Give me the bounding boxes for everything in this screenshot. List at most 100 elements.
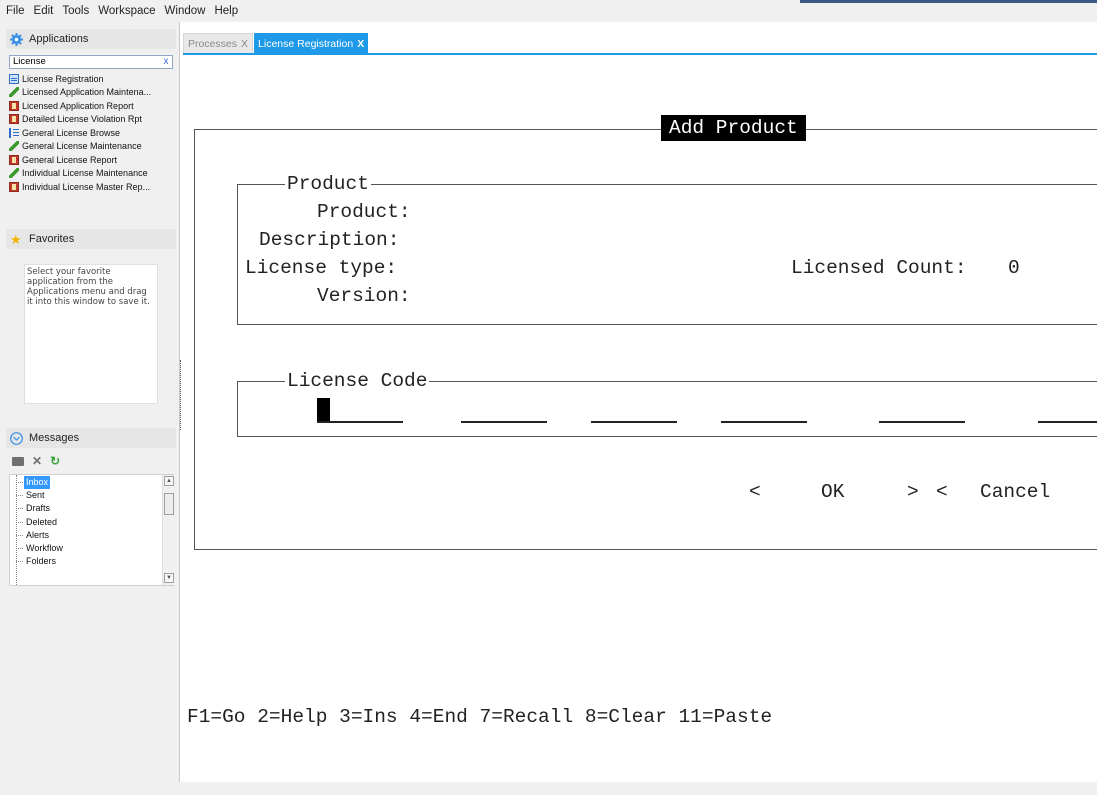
application-item[interactable]: Individual License Maintenance xyxy=(9,167,175,181)
left-pane: Applications License x License Registrat… xyxy=(0,22,180,782)
application-item[interactable]: Licensed Application Maintena... xyxy=(9,86,175,100)
refresh-icon[interactable]: ↻ xyxy=(50,454,60,468)
tree-connector xyxy=(16,475,17,585)
application-item[interactable]: Individual License Master Rep... xyxy=(9,180,175,194)
favorites-title: Favorites xyxy=(29,233,75,245)
tab-processes[interactable]: Processes X xyxy=(183,33,254,54)
product-label: Product: xyxy=(317,201,411,223)
report-icon xyxy=(9,100,19,111)
terminal-screen[interactable]: Add Product Product Product: Description… xyxy=(183,55,1097,782)
ok-button[interactable]: OK xyxy=(821,481,844,503)
clear-search-icon[interactable]: x xyxy=(160,55,172,69)
report-icon xyxy=(9,114,19,125)
license-code-field-2[interactable] xyxy=(461,421,547,423)
license-type-label: License type: xyxy=(245,257,398,279)
tab-bar: Processes X License Registration X xyxy=(183,31,369,54)
application-item-label: Licensed Application Maintena... xyxy=(22,87,152,98)
application-item[interactable]: General License Maintenance xyxy=(9,140,175,154)
cancel-button[interactable]: Cancel xyxy=(980,481,1050,503)
pane-splitter[interactable] xyxy=(180,360,182,430)
cancel-bracket-left: < xyxy=(936,481,948,503)
folder-item-drafts[interactable]: Drafts xyxy=(15,502,52,515)
messages-header[interactable]: Messages xyxy=(6,428,176,448)
application-item-label: General License Maintenance xyxy=(22,141,142,152)
folder-item-folders[interactable]: Folders xyxy=(15,555,58,568)
dialog-border-bottom xyxy=(194,549,1097,550)
application-item-label: Detailed License Violation Rpt xyxy=(22,114,142,125)
product-group-border-bottom xyxy=(237,324,1097,325)
registration-icon xyxy=(9,73,19,84)
close-tab-icon[interactable]: X xyxy=(357,38,364,50)
licensed-count-value: 0 xyxy=(1008,257,1020,279)
messages-title: Messages xyxy=(29,432,80,444)
application-item[interactable]: General License Report xyxy=(9,153,175,167)
license-code-field-6[interactable] xyxy=(1038,421,1097,423)
license-code-field-5[interactable] xyxy=(879,421,965,423)
message-folder-tree: Inbox Sent Drafts Deleted Alerts Workflow Fold… xyxy=(9,474,174,586)
list-icon xyxy=(9,127,19,138)
application-search-input[interactable]: License xyxy=(9,55,173,69)
application-item-label: License Registration xyxy=(22,73,104,84)
favorites-header[interactable]: ★ Favorites xyxy=(6,229,176,249)
folder-icon[interactable] xyxy=(12,456,24,466)
application-item-label: Individual License Maintenance xyxy=(22,168,148,179)
applications-title: Applications xyxy=(29,33,89,45)
dialog-border-left xyxy=(194,129,195,550)
pencil-icon xyxy=(9,87,19,98)
application-item[interactable]: License Registration xyxy=(9,72,175,86)
message-tree-scrollbar[interactable]: ▲ ▼ xyxy=(162,475,174,585)
menu-bar: File Edit Tools Workspace Window Help xyxy=(0,0,1097,22)
pencil-icon xyxy=(9,141,19,152)
description-label: Description: xyxy=(259,229,400,251)
status-bar xyxy=(0,782,1097,795)
version-label: Version: xyxy=(317,285,411,307)
dialog-border-top xyxy=(194,129,1097,130)
report-icon xyxy=(9,154,19,165)
folder-item-alerts[interactable]: Alerts xyxy=(15,529,51,542)
gear-icon xyxy=(10,32,23,46)
pencil-icon xyxy=(9,168,19,179)
favorites-drop-area[interactable]: Select your favorite application from th… xyxy=(24,264,158,404)
menu-window[interactable]: Window xyxy=(165,5,206,17)
license-code-field-1[interactable] xyxy=(317,421,403,423)
menu-edit[interactable]: Edit xyxy=(34,5,54,17)
application-item-label: Individual License Master Rep... xyxy=(22,181,151,192)
title-accent-line xyxy=(800,0,1097,3)
delete-icon[interactable]: ✕ xyxy=(32,454,42,468)
licensed-count-label: Licensed Count: xyxy=(791,257,967,279)
dialog-title: Add Product xyxy=(661,115,806,141)
scroll-thumb[interactable] xyxy=(164,493,174,515)
license-code-field-4[interactable] xyxy=(721,421,807,423)
scroll-up-icon[interactable]: ▲ xyxy=(164,476,174,486)
application-item[interactable]: Licensed Application Report xyxy=(9,99,175,113)
menu-file[interactable]: File xyxy=(6,5,25,17)
tab-label: License Registration xyxy=(258,37,354,50)
scroll-down-icon[interactable]: ▼ xyxy=(164,573,174,583)
application-item-label: Licensed Application Report xyxy=(22,100,134,111)
ok-bracket-left: < xyxy=(749,481,761,503)
applications-header[interactable]: Applications xyxy=(6,29,176,49)
tab-license-registration[interactable]: License Registration X xyxy=(254,33,369,54)
folder-item-sent[interactable]: Sent xyxy=(16,489,47,502)
text-cursor xyxy=(317,398,330,422)
folder-item-inbox[interactable]: Inbox xyxy=(15,476,51,489)
license-code-group-border-left xyxy=(237,381,238,437)
envelope-icon xyxy=(10,431,23,445)
report-icon xyxy=(9,181,19,192)
product-group-label: Product xyxy=(285,173,371,195)
close-tab-icon[interactable]: X xyxy=(241,38,248,50)
application-item-label: General License Browse xyxy=(22,127,121,138)
star-icon: ★ xyxy=(10,231,22,247)
messages-toolbar: ✕ ↻ xyxy=(12,454,68,468)
application-item[interactable]: Detailed License Violation Rpt xyxy=(9,113,175,127)
ok-bracket-right: > xyxy=(907,481,919,503)
tab-label: Processes xyxy=(188,37,238,50)
application-item[interactable]: General License Browse xyxy=(9,126,175,140)
menu-workspace[interactable]: Workspace xyxy=(98,5,155,17)
license-code-group-border-bottom xyxy=(237,436,1097,437)
menu-tools[interactable]: Tools xyxy=(62,5,89,17)
license-code-field-3[interactable] xyxy=(591,421,677,423)
folder-item-workflow[interactable]: Workflow xyxy=(16,542,65,555)
menu-help[interactable]: Help xyxy=(214,5,238,17)
folder-item-deleted[interactable]: Deleted xyxy=(15,516,59,529)
